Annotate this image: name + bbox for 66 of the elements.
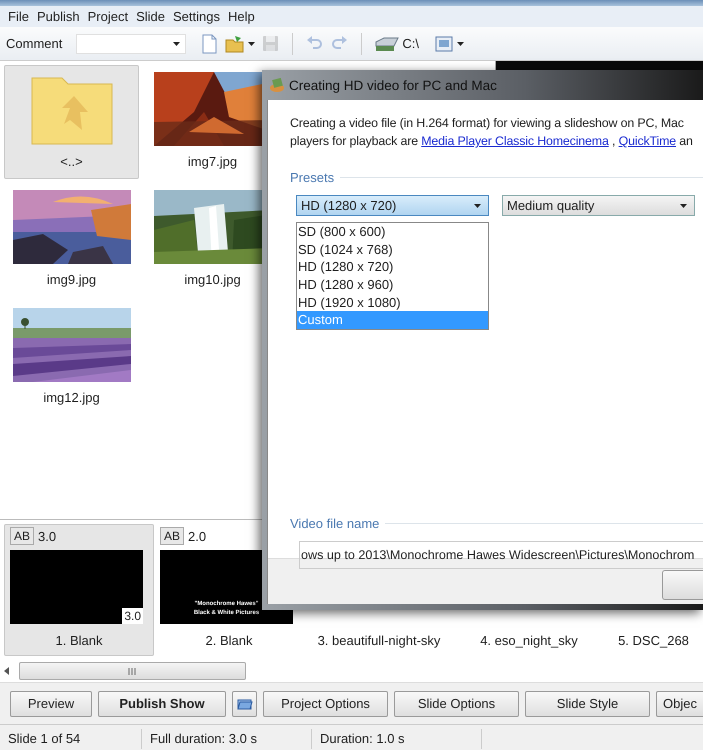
caret-icon (248, 42, 256, 46)
comment-field[interactable] (76, 34, 186, 54)
thumbnail-tile[interactable]: img9.jpg (4, 183, 139, 297)
menu-item[interactable]: Help (224, 9, 259, 24)
link[interactable]: Media Player Classic Homecinema (421, 134, 609, 148)
action-button[interactable]: Publish Show (98, 690, 226, 716)
caret-icon (456, 42, 464, 46)
preset-dropdown[interactable]: HD (1280 x 720) (296, 195, 489, 216)
folder-icon[interactable] (225, 34, 244, 54)
duration-label: 3.0 (38, 528, 56, 544)
scroll-left-icon[interactable] (4, 667, 9, 675)
dropdown-option[interactable]: HD (1920 x 1080) (297, 294, 488, 312)
description-text: Creating a video file (in H.264 format) for viewing a slideshow on PC, Mac players for playback are Media Player Classic Homecinema , QuickTime an (290, 115, 694, 150)
file-name-field[interactable]: ows up to 2013\Monochrome Hawes Widescreen\Pictures\Monochrom (299, 541, 703, 569)
status-text: Full duration: 3.0 s (150, 731, 257, 746)
folder-icon (236, 698, 252, 710)
image-icon[interactable] (434, 36, 453, 52)
menu-item[interactable]: Settings (168, 9, 224, 24)
transition-button[interactable]: AB (10, 527, 34, 545)
file-name: img10.jpg (184, 272, 241, 287)
dropdown-option[interactable]: HD (1280 x 720) (297, 258, 488, 276)
caret-icon (173, 42, 180, 46)
action-button[interactable]: Slide Options (394, 690, 519, 716)
action-button[interactable]: Preview (10, 690, 92, 716)
thumbnail-tile[interactable]: <..> (4, 65, 139, 179)
menu-item[interactable]: Slide (132, 9, 169, 24)
new-document-icon[interactable] (200, 34, 220, 54)
dialog-button[interactable] (662, 570, 703, 600)
slide-name: 2. Blank (204, 633, 254, 648)
caret-icon (474, 204, 481, 208)
dialog-title: Creating HD video for PC and Mac (289, 78, 497, 92)
thumbnail-tile[interactable]: img12.jpg (4, 301, 139, 415)
grip-icon (128, 668, 137, 674)
transition-button[interactable]: AB (160, 527, 184, 545)
thumbnail-tile[interactable]: img7.jpg (145, 65, 280, 179)
menu-item[interactable]: Publish (32, 9, 84, 24)
status-text: Duration: 1.0 s (320, 731, 405, 746)
drive-button[interactable]: C:\ (374, 36, 419, 52)
slide-name: 1. Blank (54, 633, 104, 648)
status-text: Slide 1 of 54 (8, 731, 80, 746)
file-name: img12.jpg (43, 390, 100, 405)
menu-item[interactable]: File (4, 9, 33, 24)
dropdown-option[interactable]: SD (1024 x 768) (297, 240, 488, 258)
file-name: img7.jpg (188, 154, 238, 169)
file-name: img9.jpg (46, 272, 96, 287)
group-label: Video file name (290, 516, 380, 531)
duration-badge: 3.0 (122, 608, 143, 624)
action-button[interactable]: Project Options (263, 690, 388, 716)
group-label: Presets (290, 170, 334, 185)
filmstrip-frame[interactable]: AB 3.0 3.0 1. Blank (4, 524, 154, 656)
dropdown-option[interactable]: HD (1280 x 960) (297, 276, 488, 294)
app-icon (269, 77, 285, 93)
duration-label: 2.0 (188, 528, 206, 544)
quality-dropdown[interactable]: Medium quality (502, 195, 695, 216)
thumbnail-tile[interactable]: img10.jpg (145, 183, 280, 297)
menu-item[interactable]: Project (84, 9, 132, 24)
action-button[interactable]: Objec (656, 690, 703, 716)
action-button[interactable]: Slide Style (525, 690, 650, 716)
scrollbar-thumb[interactable] (19, 662, 246, 680)
dropdown-option[interactable]: SD (800 x 600) (297, 223, 488, 241)
drive-icon (374, 36, 400, 52)
caret-icon (680, 204, 687, 208)
link[interactable]: QuickTime (618, 134, 676, 148)
file-name: <..> (60, 154, 83, 169)
comment-label: Comment (6, 36, 62, 51)
folder-button[interactable] (232, 690, 257, 716)
